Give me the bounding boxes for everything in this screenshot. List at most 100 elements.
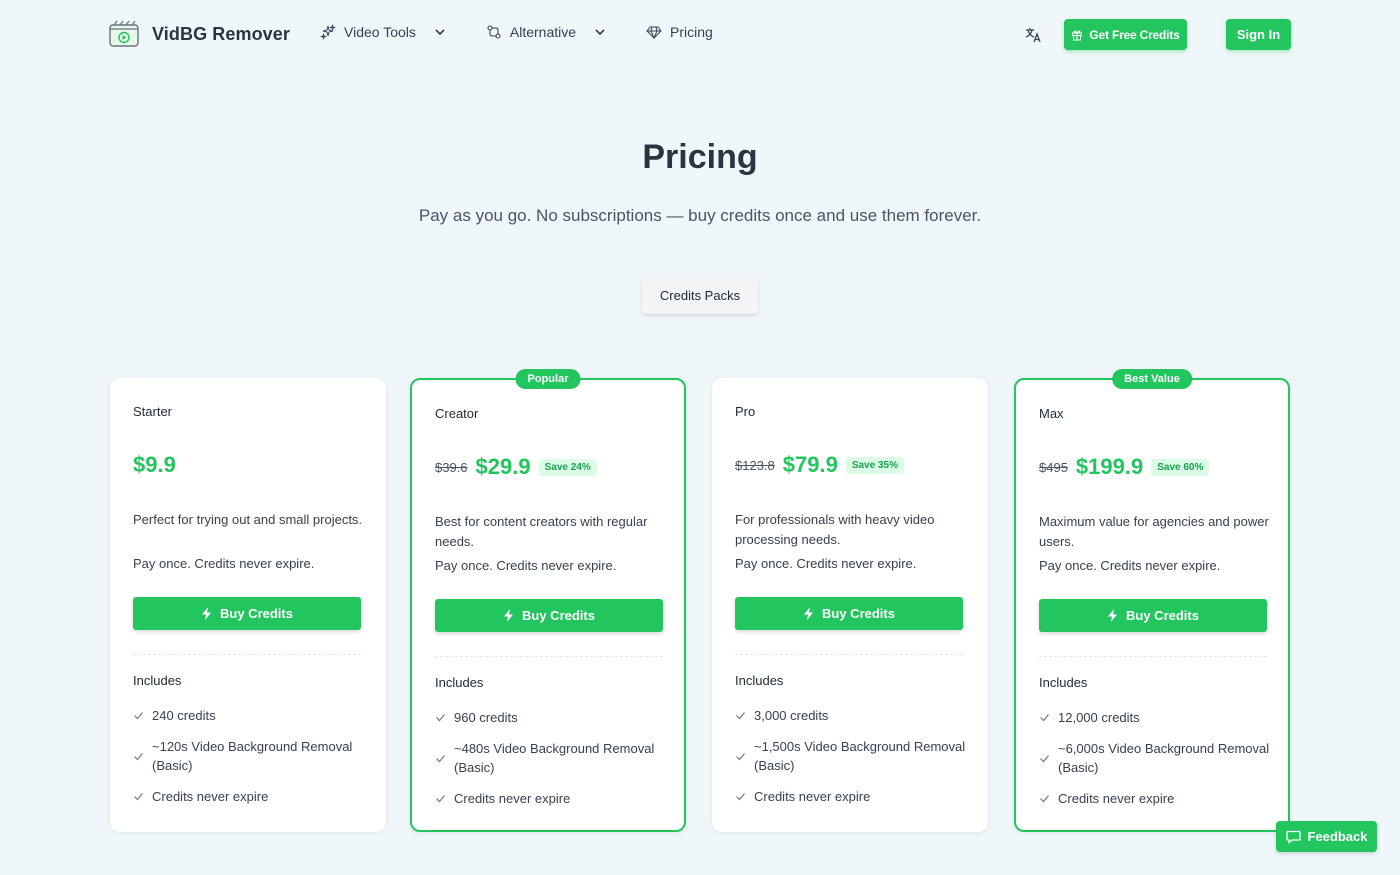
- feature-item: 3,000 credits: [735, 706, 967, 725]
- feature-item: 12,000 credits: [1039, 708, 1271, 727]
- plan-note: Pay once. Credits never expire.: [435, 558, 617, 573]
- includes-heading: Includes: [133, 673, 182, 688]
- feature-text: Credits never expire: [1058, 791, 1175, 806]
- save-badge: Save 60%: [1151, 458, 1210, 476]
- brand-logo[interactable]: VidBG Remover: [108, 18, 290, 50]
- check-icon: [736, 793, 745, 801]
- feature-text: Credits never expire: [152, 789, 269, 804]
- feature-text: Credits never expire: [454, 791, 571, 806]
- feature-text: ~120s Video Background Removal (Basic): [152, 739, 353, 773]
- gift-icon: [1072, 30, 1083, 40]
- original-price: $39.6: [435, 459, 468, 475]
- check-icon: [736, 752, 745, 760]
- feedback-button[interactable]: Feedback: [1276, 821, 1377, 852]
- buy-credits-button[interactable]: Buy Credits: [133, 597, 361, 630]
- video-logo-icon: [109, 20, 139, 47]
- plan-description: Best for content creators with regular n…: [435, 514, 648, 549]
- divider: [735, 654, 963, 655]
- feature-item: ~1,500s Video Background Removal (Basic): [735, 737, 967, 775]
- check-icon: [436, 714, 445, 722]
- popular-badge: Popular: [515, 369, 581, 389]
- buy-credits-button[interactable]: Buy Credits: [435, 599, 663, 632]
- plan-name: Max: [1039, 406, 1064, 421]
- buy-credits-button[interactable]: Buy Credits: [735, 597, 963, 630]
- tab-credits-packs[interactable]: Credits Packs: [642, 276, 758, 314]
- plan-name: Creator: [435, 406, 479, 421]
- chevron-down-icon: [435, 29, 445, 36]
- brand-name: VidBG Remover: [152, 23, 291, 44]
- chat-bubble-icon: [1285, 830, 1301, 844]
- page-title: Pricing: [642, 138, 758, 176]
- nav-alternative[interactable]: Alternative: [486, 24, 608, 40]
- plan-price: $29.9: [475, 454, 531, 479]
- divider: [1039, 656, 1267, 657]
- plan-card-starter: Starter $9.9 Perfect for trying out and …: [110, 378, 386, 832]
- page-subtitle: Pay as you go. No subscriptions — buy cr…: [418, 206, 982, 225]
- buy-credits-label: Buy Credits: [1126, 608, 1199, 623]
- original-price: $123.8: [735, 457, 775, 473]
- check-icon: [1040, 795, 1049, 803]
- plan-note: Pay once. Credits never expire.: [1039, 558, 1221, 573]
- feature-item: 960 credits: [435, 708, 667, 727]
- feature-text: ~6,000s Video Background Removal (Basic): [1058, 741, 1270, 775]
- get-free-credits-button[interactable]: Get Free Credits: [1064, 19, 1187, 50]
- plan-card-creator: Popular Creator $39.6 $29.9 Save 24% Bes…: [410, 369, 686, 832]
- buy-credits-label: Buy Credits: [220, 606, 293, 621]
- feature-item: ~6,000s Video Background Removal (Basic): [1039, 739, 1271, 777]
- feature-text: 240 credits: [152, 708, 216, 723]
- divider: [133, 654, 361, 655]
- pricing-tabs: Credits Packs: [642, 276, 758, 314]
- feature-item: ~120s Video Background Removal (Basic): [133, 737, 365, 775]
- plan-description: Perfect for trying out and small project…: [133, 512, 363, 527]
- bolt-icon: [1108, 609, 1118, 622]
- save-badge: Save 24%: [538, 458, 597, 476]
- check-icon: [436, 754, 445, 762]
- check-icon: [134, 712, 143, 720]
- plan-name: Pro: [735, 404, 756, 419]
- translate-icon[interactable]: [1024, 26, 1042, 44]
- feature-text: 3,000 credits: [754, 708, 829, 723]
- get-free-credits-label: Get Free Credits: [1089, 27, 1180, 42]
- best-value-badge: Best Value: [1112, 369, 1192, 389]
- feature-text: 12,000 credits: [1058, 710, 1140, 725]
- plan-description: Maximum value for agencies and power use…: [1039, 514, 1269, 549]
- check-icon: [134, 793, 143, 801]
- nav-video-tools[interactable]: Video Tools: [320, 24, 448, 40]
- bolt-icon: [804, 607, 814, 620]
- feature-text: ~480s Video Background Removal (Basic): [454, 741, 655, 775]
- buy-credits-button[interactable]: Buy Credits: [1039, 599, 1267, 632]
- nav-alternative-label: Alternative: [509, 24, 577, 40]
- check-icon: [1040, 714, 1049, 722]
- price-row: $123.8 $79.9 Save 35%: [735, 452, 904, 478]
- includes-heading: Includes: [1039, 675, 1088, 690]
- top-navbar: VidBG Remover Video Tools Alternative Pr…: [0, 0, 1400, 70]
- feature-text: ~1,500s Video Background Removal (Basic): [754, 739, 966, 773]
- includes-heading: Includes: [435, 675, 484, 690]
- feature-text: 960 credits: [454, 710, 518, 725]
- diamond-icon: [646, 26, 662, 40]
- feature-item: ~480s Video Background Removal (Basic): [435, 739, 667, 777]
- swap-icon: [487, 25, 501, 39]
- plan-price: $199.9: [1075, 454, 1144, 479]
- chevron-down-icon: [595, 29, 605, 36]
- price-row: $9.9: [133, 452, 176, 478]
- bolt-icon: [504, 609, 514, 622]
- plan-note: Pay once. Credits never expire.: [735, 556, 917, 571]
- buy-credits-label: Buy Credits: [522, 608, 595, 623]
- sign-in-button[interactable]: Sign In: [1226, 19, 1291, 50]
- nav-video-tools-label: Video Tools: [344, 24, 416, 40]
- feature-item: Credits never expire: [1039, 789, 1271, 808]
- plan-price: $79.9: [782, 452, 838, 477]
- check-icon: [436, 795, 445, 803]
- plan-description: For professionals with heavy video proce…: [735, 512, 935, 547]
- feature-item: Credits never expire: [133, 787, 365, 806]
- nav-pricing[interactable]: Pricing: [646, 24, 713, 40]
- buy-credits-label: Buy Credits: [822, 606, 895, 621]
- check-icon: [736, 712, 745, 720]
- save-badge: Save 35%: [845, 456, 904, 474]
- plan-card-max: Best Value Max $495 $199.9 Save 60% Maxi…: [1014, 369, 1290, 832]
- price-row: $39.6 $29.9 Save 24%: [435, 454, 597, 480]
- original-price: $495: [1039, 459, 1068, 475]
- main-nav: Video Tools Alternative Pricing: [320, 24, 751, 40]
- feature-text: Credits never expire: [754, 789, 871, 804]
